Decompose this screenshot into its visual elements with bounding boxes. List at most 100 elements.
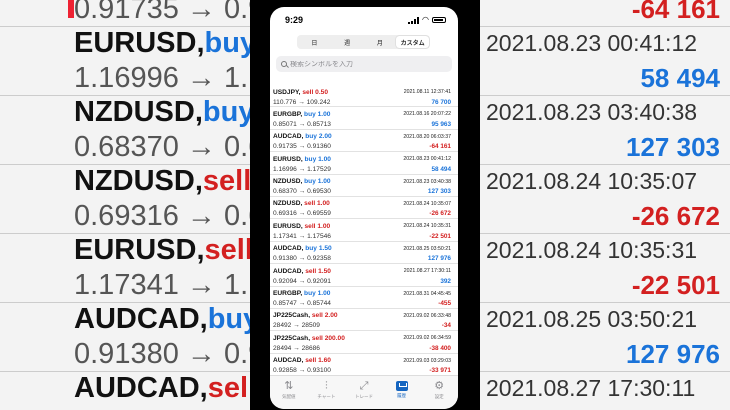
deal-date: 2021.08.31 04:45:45 — [403, 290, 451, 297]
deal-row-header: JP225Cash, sell 200.00 2021.09.02 06:34:5… — [273, 333, 451, 343]
deal-close-price: 1.17546 — [307, 232, 331, 240]
deal-row[interactable]: EURGBP, buy 1.00 2021.08.16 20:07:22 0.850… — [270, 107, 458, 130]
deal-open-price: 1.17341 — [273, 232, 297, 240]
deal-row-header: NZDUSD, buy 1.00 2021.08.23 03:40:38 — [273, 177, 451, 187]
background-side: buy — [202, 96, 250, 128]
search-input[interactable] — [290, 60, 440, 68]
background-date: 2021.08.25 03:50:21 — [486, 306, 698, 332]
tab-history[interactable]: 履歴 — [383, 376, 421, 409]
arrow-icon: → — [296, 98, 307, 106]
deal-side: sell — [304, 222, 316, 230]
status-bar: 9:29 ◠ — [270, 7, 458, 33]
search-icon — [281, 61, 287, 67]
background-side: buy — [207, 303, 250, 335]
deal-symbol: AUDCAD — [273, 357, 302, 365]
deal-profit: -26 672 — [429, 210, 451, 218]
segment-tab[interactable]: 週 — [331, 36, 364, 48]
deal-row[interactable]: EURUSD, buy 1.00 2021.08.23 00:41:12 1.169… — [270, 152, 458, 175]
tab-label: 気配値 — [282, 394, 296, 399]
deal-row[interactable]: EURGBP, buy 1.00 2021.08.31 04:45:45 0.857… — [270, 287, 458, 309]
deal-row[interactable]: NZDUSD, sell 1.00 2021.08.24 10:35:07 0.69… — [270, 197, 458, 220]
deal-volume: 1.50 — [318, 267, 331, 275]
deal-title: AUDCAD, sell 1.50 — [273, 268, 331, 275]
background-side: sell — [204, 234, 250, 266]
chart-icon: ⫶ — [325, 380, 328, 392]
deal-row-header: NZDUSD, sell 1.00 2021.08.24 10:35:07 — [273, 199, 451, 209]
deal-volume: 1.00 — [317, 222, 331, 230]
background-date: 2021.08.23 03:40:38 — [486, 99, 698, 125]
deal-open-price: 0.85747 — [273, 300, 297, 308]
deal-profit: -22 501 — [429, 232, 451, 240]
deal-title: EURUSD, buy 1.00 — [273, 156, 331, 163]
deal-side: buy — [305, 245, 317, 253]
deal-row-detail: 28492 → 28509 -34 — [273, 321, 451, 331]
deal-prices: 28492 → 28509 — [273, 322, 320, 329]
background-symbol: EURUSD, — [74, 234, 205, 266]
deal-profit: 58 494 — [431, 165, 451, 173]
deal-open-price: 0.68370 — [273, 188, 297, 196]
deal-title: AUDCAD, buy 1.50 — [273, 245, 332, 252]
deal-row-detail: 0.91735 → 0.91360 -64 161 — [273, 142, 451, 152]
deal-row-detail: 1.17341 → 1.17546 -22 501 — [273, 231, 451, 241]
deal-symbol: NZDUSD — [273, 200, 301, 208]
status-icons: ◠ — [408, 16, 446, 24]
tab-quotes[interactable]: ⇅ 気配値 — [270, 376, 308, 409]
tab-gear[interactable]: ⚙ 設定 — [420, 376, 458, 409]
deal-profit: -34 — [441, 322, 451, 330]
deal-open-price: 110.776 — [273, 98, 297, 106]
background-date: 2021.08.27 17:30:11 — [486, 375, 696, 401]
arrow-icon: → — [296, 367, 308, 375]
deal-date: 2021.08.16 20:07:22 — [403, 111, 451, 118]
tab-chart[interactable]: ⫶ チャート — [308, 376, 346, 409]
deal-volume: 2.00 — [318, 133, 332, 141]
arrow-icon: → — [296, 300, 308, 308]
deal-symbol: AUDCAD — [273, 267, 302, 275]
deal-row[interactable]: JP225Cash, sell 200.00 2021.09.02 06:34:5… — [270, 331, 458, 354]
segment-tab[interactable]: 月 — [364, 36, 397, 48]
background-profit: 127 303 — [626, 131, 720, 162]
deal-title: AUDCAD, sell 1.60 — [273, 357, 331, 364]
search-bar[interactable] — [276, 56, 452, 72]
deal-row-detail: 110.776 → 109.242 76 700 — [273, 97, 451, 107]
deal-close-price: 0.85744 — [307, 300, 331, 308]
arrow-icon: → — [291, 344, 302, 352]
deal-title: USDJPY, sell 0.50 — [273, 89, 328, 96]
deal-row[interactable]: JP225Cash, sell 2.00 2021.09.02 06:33:48 2… — [270, 309, 458, 332]
segment-tab[interactable]: カスタム — [396, 36, 429, 48]
deal-row-header: AUDCAD, sell 1.60 2021.09.03 03:29:03 — [273, 356, 451, 366]
background-date: 2021.08.23 00:41:12 — [486, 30, 698, 56]
period-segmented-control: 日週月カスタム — [297, 35, 430, 49]
deal-row-header: EURUSD, buy 1.00 2021.08.23 00:41:12 — [273, 154, 451, 164]
deal-open-price: 0.85071 — [273, 120, 297, 128]
deal-row[interactable]: EURUSD, sell 1.00 2021.08.24 10:35:31 1.17… — [270, 219, 458, 242]
deal-profit: -33 971 — [429, 367, 451, 375]
deal-volume: 1.50 — [318, 245, 332, 253]
deal-row[interactable]: USDJPY, sell 0.50 2021.08.11 12:37:41 110.… — [270, 85, 458, 108]
deal-row[interactable]: AUDCAD, sell 1.50 2021.08.27 17:30:11 0.92… — [270, 264, 458, 287]
segment-tab[interactable]: 日 — [298, 36, 331, 48]
deal-row[interactable]: NZDUSD, buy 1.00 2021.08.23 03:40:38 0.683… — [270, 175, 458, 197]
arrow-icon: → — [296, 232, 308, 240]
deal-side: sell — [305, 267, 317, 275]
deal-profit: 392 — [440, 277, 451, 285]
deal-date: 2021.08.24 10:35:31 — [403, 223, 451, 230]
deal-row[interactable]: AUDCAD, sell 1.60 2021.09.03 03:29:03 0.92… — [270, 354, 458, 377]
tab-trade[interactable]: ⤢ トレード — [345, 376, 383, 409]
deal-date: 2021.09.02 06:34:59 — [403, 335, 451, 342]
deal-profit: -455 — [438, 300, 451, 308]
deal-volume: 1.00 — [318, 155, 331, 163]
deal-row[interactable]: AUDCAD, buy 1.50 2021.08.25 03:50:21 0.913… — [270, 242, 458, 265]
background-symbol: AUDCAD, — [74, 372, 208, 404]
deal-row[interactable]: AUDCAD, buy 2.00 2021.08.20 06:03:37 0.917… — [270, 130, 458, 153]
deal-side: sell — [305, 357, 317, 365]
deal-date: 2021.08.20 06:03:37 — [403, 133, 451, 140]
deal-date: 2021.08.25 03:50:21 — [403, 245, 451, 252]
background-profit: 58 494 — [640, 62, 720, 93]
deal-close-price: 28686 — [301, 344, 320, 352]
background-date: 2021.08.24 10:35:31 — [486, 237, 698, 263]
background-side: sell — [202, 165, 250, 197]
deal-title: NZDUSD, buy 1.00 — [273, 178, 331, 185]
deal-row-detail: 0.68370 → 0.69530 127 303 — [273, 187, 451, 197]
deal-prices: 0.92094 → 0.92091 — [273, 278, 331, 285]
deal-prices: 0.85071 → 0.85713 — [273, 121, 331, 128]
